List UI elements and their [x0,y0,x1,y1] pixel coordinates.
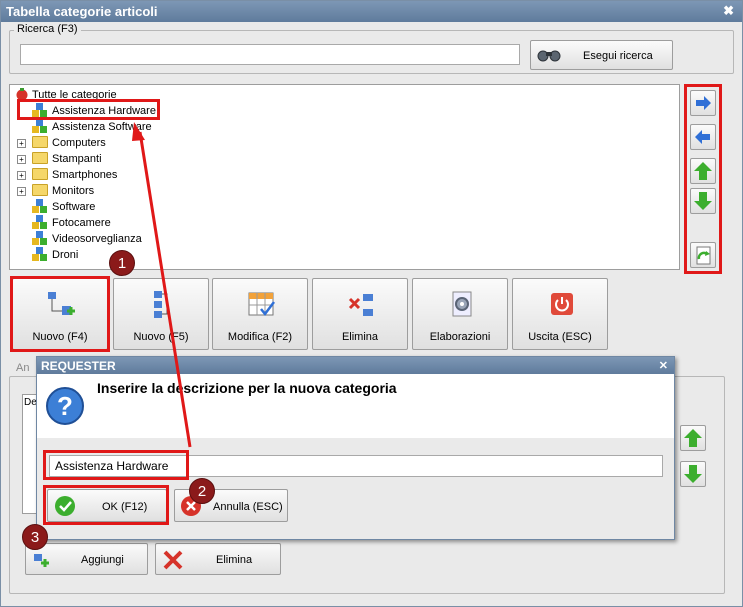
annotation-arrow [132,122,192,448]
annotation-badge-3: 3 [22,524,48,550]
annotation-badge-2: 2 [189,478,215,504]
annotation-badge-1: 1 [109,250,135,276]
